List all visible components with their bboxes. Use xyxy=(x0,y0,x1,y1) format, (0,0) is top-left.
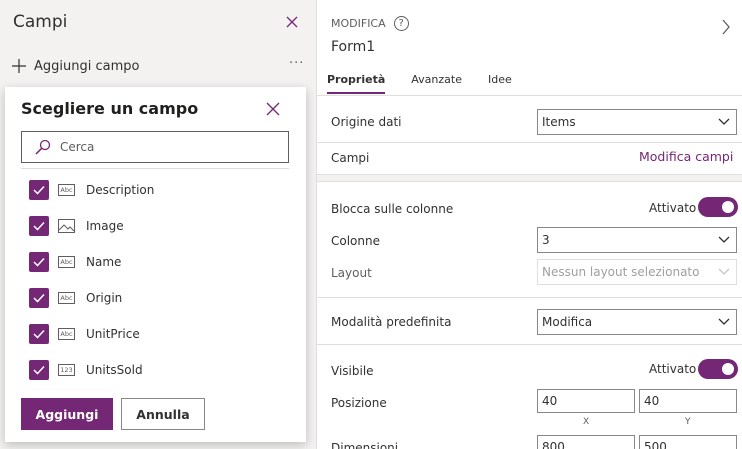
help-icon[interactable]: ? xyxy=(393,16,409,31)
chevron-right-icon[interactable] xyxy=(721,19,731,35)
add-field-button[interactable]: Aggiungi campo xyxy=(11,58,139,74)
divider xyxy=(21,168,289,169)
fields-label: Campi xyxy=(331,151,370,165)
edit-fields-link[interactable]: Modifica campi xyxy=(639,149,733,164)
snap-toggle[interactable] xyxy=(698,197,738,217)
checkbox[interactable] xyxy=(29,252,49,272)
layout-label: Layout xyxy=(331,266,372,280)
close-icon[interactable] xyxy=(284,14,300,30)
checkmark-icon xyxy=(33,185,45,195)
field-label: Image xyxy=(86,219,124,233)
field-label: Description xyxy=(86,183,155,197)
snap-columns-label: Blocca sulle colonne xyxy=(331,202,454,216)
x-axis-label: X xyxy=(583,417,590,427)
layout-dropdown: Nessun layout selezionato xyxy=(537,259,737,285)
chevron-down-icon xyxy=(718,268,730,275)
position-x-input[interactable]: 40 xyxy=(537,389,635,413)
field-item-unitprice[interactable]: Abc UnitPrice xyxy=(29,323,140,345)
visible-toggle-state: Attivato xyxy=(649,362,697,376)
checkmark-icon xyxy=(33,221,45,231)
columns-label: Colonne xyxy=(331,234,380,248)
dropdown-value: Modifica xyxy=(542,315,593,329)
y-axis-label: Y xyxy=(685,417,691,427)
dropdown-value: 3 xyxy=(542,233,550,247)
mode-label: MODIFICA ? xyxy=(331,16,409,31)
control-name: Form1 xyxy=(331,39,376,55)
position-label: Posizione xyxy=(331,396,387,410)
field-label: Name xyxy=(86,255,122,269)
add-button[interactable]: Aggiungi xyxy=(21,398,113,430)
flyout-title: Scegliere un campo xyxy=(21,99,199,118)
divider xyxy=(317,344,742,345)
text-type-icon: Abc xyxy=(58,256,75,268)
mode-text: MODIFICA xyxy=(331,17,386,30)
add-field-label: Aggiungi campo xyxy=(34,58,140,74)
tab-advanced[interactable]: Avanzate xyxy=(411,73,462,94)
divider xyxy=(317,95,742,96)
default-mode-dropdown[interactable]: Modifica xyxy=(537,309,737,335)
default-mode-label: Modalità predefinita xyxy=(331,315,452,329)
cancel-button[interactable]: Annulla xyxy=(121,398,205,430)
fields-panel-title: Campi xyxy=(13,12,68,32)
more-options-icon[interactable]: ··· xyxy=(289,56,304,71)
tab-properties[interactable]: Proprietà xyxy=(327,73,386,94)
tab-bar: Proprietà Avanzate Idee xyxy=(327,73,538,94)
section-divider xyxy=(317,174,742,182)
field-label: UnitsSold xyxy=(86,363,143,377)
plus-icon xyxy=(12,59,26,73)
snap-toggle-state: Attivato xyxy=(649,201,697,215)
field-item-image[interactable]: Image xyxy=(29,215,124,237)
search-box[interactable] xyxy=(21,131,289,163)
image-type-icon xyxy=(58,219,75,233)
field-item-description[interactable]: Abc Description xyxy=(29,179,154,201)
width-input[interactable]: 800 xyxy=(537,435,635,449)
field-item-unitssold[interactable]: 123 UnitsSold xyxy=(29,359,143,381)
divider xyxy=(317,142,742,143)
checkbox[interactable] xyxy=(29,216,49,236)
search-icon xyxy=(35,139,51,155)
search-input[interactable] xyxy=(60,140,280,154)
field-item-name[interactable]: Abc Name xyxy=(29,251,121,273)
visible-label: Visibile xyxy=(331,364,374,378)
columns-dropdown[interactable]: 3 xyxy=(537,227,737,253)
position-y-input[interactable]: 40 xyxy=(639,389,737,413)
tab-ideas[interactable]: Idee xyxy=(488,73,512,94)
dropdown-value: Items xyxy=(542,115,576,129)
field-label: UnitPrice xyxy=(86,327,140,341)
text-type-icon: Abc xyxy=(58,184,75,196)
chevron-down-icon xyxy=(718,118,730,125)
divider xyxy=(317,297,742,298)
checkmark-icon xyxy=(33,329,45,339)
checkbox[interactable] xyxy=(29,324,49,344)
field-label: Origin xyxy=(86,291,123,305)
dropdown-value: Nessun layout selezionato xyxy=(542,265,700,279)
height-input[interactable]: 500 xyxy=(639,435,737,449)
field-picker-flyout: Scegliere un campo Abc Description Image… xyxy=(5,87,306,442)
chevron-down-icon xyxy=(718,236,730,243)
text-type-icon: Abc xyxy=(58,292,75,304)
properties-panel: MODIFICA ? Form1 Proprietà Avanzate Idee… xyxy=(316,0,742,449)
checkbox[interactable] xyxy=(29,180,49,200)
data-source-dropdown[interactable]: Items xyxy=(537,109,737,135)
checkbox[interactable] xyxy=(29,360,49,380)
visible-toggle[interactable] xyxy=(698,359,738,379)
checkmark-icon xyxy=(33,257,45,267)
checkmark-icon xyxy=(33,293,45,303)
field-item-origin[interactable]: Abc Origin xyxy=(29,287,122,309)
close-icon[interactable] xyxy=(266,102,280,116)
checkbox[interactable] xyxy=(29,288,49,308)
checkmark-icon xyxy=(33,365,45,375)
data-source-label: Origine dati xyxy=(331,115,402,129)
number-type-icon: 123 xyxy=(58,364,75,376)
text-type-icon: Abc xyxy=(58,328,75,340)
size-label: Dimensioni xyxy=(331,441,399,449)
chevron-down-icon xyxy=(718,318,730,325)
